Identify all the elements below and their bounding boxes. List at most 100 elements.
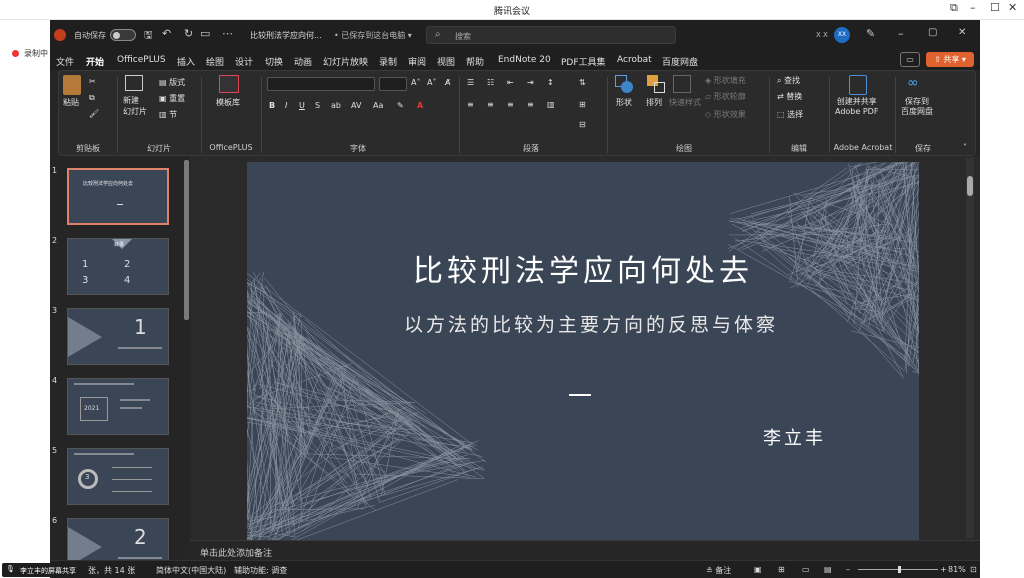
align-text-icon[interactable]: ⊞ bbox=[579, 100, 586, 109]
slide-vscrollbar[interactable] bbox=[966, 158, 974, 538]
align-right-icon[interactable]: ≡ bbox=[507, 100, 514, 109]
font-name-select[interactable] bbox=[267, 77, 375, 91]
grow-font-icon[interactable]: A˄ bbox=[411, 78, 420, 87]
font-size-select[interactable] bbox=[379, 77, 407, 91]
arrange-button[interactable]: 排列 bbox=[646, 97, 662, 108]
search-box[interactable]: ⌕ 搜索 bbox=[426, 26, 676, 44]
normal-view-icon[interactable]: ▣ bbox=[754, 565, 762, 574]
shapes-button[interactable]: 形状 bbox=[616, 97, 632, 108]
close-icon[interactable]: ✕ bbox=[1008, 1, 1017, 14]
font-color-icon[interactable]: A bbox=[417, 101, 423, 110]
adobe-pdf-icon[interactable] bbox=[849, 75, 867, 95]
menu-insert[interactable]: 插入 bbox=[177, 55, 195, 68]
line-spacing-icon[interactable]: ↕ bbox=[547, 78, 554, 87]
slideshow-icon[interactable]: ▤ bbox=[824, 565, 832, 574]
zoom-level[interactable]: 81% bbox=[948, 565, 966, 574]
numbering-icon[interactable]: ☷ bbox=[487, 78, 494, 87]
menu-review[interactable]: 审阅 bbox=[408, 55, 426, 68]
columns-icon[interactable]: ▥ bbox=[547, 100, 555, 109]
menu-officeplus[interactable]: OfficePLUS bbox=[117, 55, 166, 65]
minimize-icon[interactable]: – bbox=[970, 1, 976, 14]
fit-to-window-icon[interactable]: ⊡ bbox=[970, 565, 977, 574]
share-button[interactable]: ⇪ 共享 ▾ bbox=[926, 52, 974, 67]
reading-view-icon[interactable]: ▭ bbox=[802, 565, 810, 574]
notes-pane[interactable]: 单击此处添加备注 bbox=[190, 540, 980, 560]
thumbnail-slide-1[interactable]: 比较刑法学应向何处去 bbox=[67, 168, 169, 225]
menu-view[interactable]: 视图 bbox=[437, 55, 455, 68]
find-button[interactable]: ⌕ 查找 bbox=[777, 75, 800, 86]
present-icon[interactable]: ▭ bbox=[200, 27, 210, 40]
new-slide-button[interactable]: 新建 幻灯片 bbox=[123, 95, 147, 117]
redo-icon[interactable]: ↻ bbox=[184, 27, 193, 40]
collapse-ribbon-icon[interactable]: ˅ bbox=[963, 143, 967, 152]
shapes-icon[interactable] bbox=[615, 75, 633, 93]
template-button[interactable]: 模板库 bbox=[216, 97, 240, 108]
strikethrough-icon[interactable]: ab bbox=[331, 101, 341, 110]
baidu-cloud-icon[interactable]: ∞ bbox=[907, 75, 925, 93]
shrink-font-icon[interactable]: A˅ bbox=[427, 78, 436, 87]
search-input[interactable]: 搜索 bbox=[455, 31, 471, 42]
thumbnail-slide-2[interactable]: 目录 1 2 3 4 bbox=[67, 238, 169, 295]
menu-acrobat[interactable]: Acrobat bbox=[617, 55, 652, 65]
thumbnail-slide-5[interactable]: 3 bbox=[67, 448, 169, 505]
menu-record[interactable]: 录制 bbox=[379, 55, 397, 68]
save-icon[interactable]: 🖫 bbox=[144, 28, 153, 45]
underline-icon[interactable]: U bbox=[299, 101, 305, 110]
replace-button[interactable]: ⇄ 替换 bbox=[777, 91, 802, 102]
zoom-in-icon[interactable]: + bbox=[940, 565, 947, 574]
restore-icon[interactable]: ▢ bbox=[928, 27, 937, 38]
justify-icon[interactable]: ≡ bbox=[527, 100, 534, 109]
customize-icon[interactable]: ⋯ bbox=[222, 27, 233, 40]
align-left-icon[interactable]: ≡ bbox=[467, 100, 474, 109]
language[interactable]: 简体中文(中国大陆) bbox=[156, 565, 226, 576]
section-button[interactable]: ▥ 节 bbox=[159, 109, 177, 120]
menu-animations[interactable]: 动画 bbox=[294, 55, 312, 68]
comments-button[interactable]: ▭ bbox=[900, 52, 920, 67]
text-direction-icon[interactable]: ⇅ bbox=[579, 78, 586, 87]
pen-icon[interactable]: ✎ bbox=[866, 27, 875, 40]
highlight-icon[interactable]: ✎ bbox=[397, 101, 404, 110]
reset-button[interactable]: ▣ 重置 bbox=[159, 93, 185, 104]
decrease-indent-icon[interactable]: ⇤ bbox=[507, 78, 514, 87]
zoom-slider[interactable] bbox=[858, 566, 938, 573]
create-pdf-button[interactable]: 创建并共享 Adobe PDF bbox=[835, 97, 878, 117]
menu-baidu[interactable]: 百度网盘 bbox=[662, 55, 698, 68]
menu-transitions[interactable]: 切换 bbox=[265, 55, 283, 68]
autosave-toggle[interactable] bbox=[110, 29, 136, 41]
new-slide-icon[interactable] bbox=[125, 75, 143, 91]
shape-fill-button[interactable]: ◈ 形状填充 bbox=[705, 75, 746, 86]
menu-endnote[interactable]: EndNote 20 bbox=[498, 55, 551, 65]
clear-format-icon[interactable]: A̸ bbox=[445, 78, 450, 87]
menu-slideshow[interactable]: 幻灯片放映 bbox=[323, 55, 368, 68]
screen-share-indicator[interactable]: 🎙 李立丰的屏幕共享 bbox=[2, 563, 86, 577]
paste-button[interactable]: 粘贴 bbox=[63, 97, 79, 108]
slide-title[interactable]: 比较刑法学应向何处去 bbox=[247, 246, 919, 290]
menu-file[interactable]: 文件 bbox=[56, 55, 74, 68]
bold-icon[interactable]: B bbox=[269, 101, 275, 110]
case-icon[interactable]: Aa bbox=[373, 101, 383, 110]
slide-subtitle[interactable]: 以方法的比较为主要方向的反思与体察 bbox=[247, 310, 919, 337]
cut-icon[interactable]: ✂ bbox=[89, 77, 96, 86]
thumb-scrollbar[interactable] bbox=[184, 160, 189, 320]
increase-indent-icon[interactable]: ⇥ bbox=[527, 78, 534, 87]
format-painter-icon[interactable]: 🖌 bbox=[89, 109, 99, 118]
slide-author[interactable]: 李立丰 bbox=[763, 424, 826, 450]
shadow-icon[interactable]: S bbox=[315, 101, 320, 110]
notes-button[interactable]: ≗ 备注 bbox=[706, 565, 731, 576]
thumbnail-slide-3[interactable]: 1 bbox=[67, 308, 169, 365]
thumbnail-slide-4[interactable]: 2021 bbox=[67, 378, 169, 435]
shape-effect-button[interactable]: ◇ 形状效果 bbox=[705, 109, 746, 120]
current-slide[interactable]: 比较刑法学应向何处去 以方法的比较为主要方向的反思与体察 李立丰 bbox=[247, 162, 919, 540]
close-icon[interactable]: ✕ bbox=[958, 27, 966, 38]
save-baidu-button[interactable]: 保存到 百度网盘 bbox=[901, 97, 933, 117]
copy-icon[interactable]: ⧉ bbox=[89, 93, 95, 103]
paste-icon[interactable] bbox=[63, 75, 81, 95]
notes-placeholder[interactable]: 单击此处添加备注 bbox=[200, 546, 272, 559]
menu-help[interactable]: 帮助 bbox=[466, 55, 484, 68]
saved-state[interactable]: • 已保存到这台电脑 ▾ bbox=[334, 30, 412, 41]
smartart-icon[interactable]: ⊟ bbox=[579, 120, 586, 129]
slide-sorter-icon[interactable]: ⊞ bbox=[778, 565, 785, 574]
arrange-icon[interactable] bbox=[647, 75, 665, 93]
menu-draw[interactable]: 绘图 bbox=[206, 55, 224, 68]
spacing-icon[interactable]: AV bbox=[351, 101, 361, 110]
